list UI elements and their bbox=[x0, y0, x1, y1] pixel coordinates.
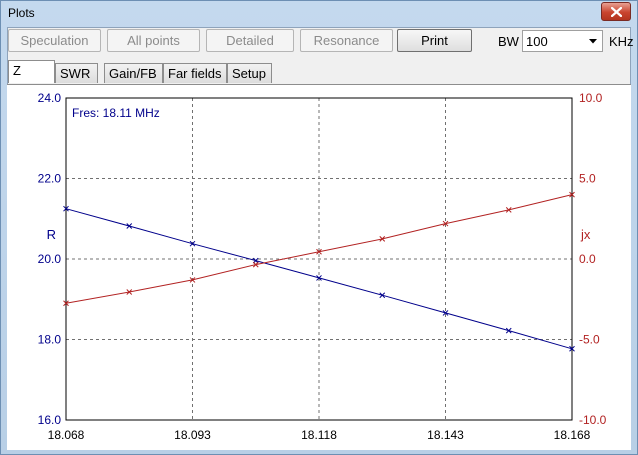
speculation-button[interactable]: Speculation bbox=[8, 29, 101, 52]
bw-label: BW bbox=[498, 34, 519, 49]
tab-z[interactable]: Z bbox=[8, 60, 55, 83]
chevron-down-icon bbox=[589, 39, 597, 44]
bw-dropdown[interactable]: 100 bbox=[522, 30, 603, 52]
all-points-button[interactable]: All points bbox=[107, 29, 200, 52]
left-tick-label: 18.0 bbox=[38, 333, 62, 347]
impedance-chart: 18.068 18.093 18.118 18.143 18.168 16.0 18.0 20… bbox=[38, 91, 607, 442]
right-tick-label: 0.0 bbox=[579, 252, 596, 266]
left-tick-label: 22.0 bbox=[38, 172, 62, 186]
x-tick-label: 18.093 bbox=[174, 428, 211, 442]
detailed-button[interactable]: Detailed bbox=[206, 29, 294, 52]
left-tick-label: 20.0 bbox=[38, 252, 62, 266]
right-tick-label: -10.0 bbox=[579, 413, 607, 427]
tab-setup[interactable]: Setup bbox=[227, 63, 272, 83]
tab-far-fields[interactable]: Far fields bbox=[163, 63, 227, 83]
plot-area: 18.068 18.093 18.118 18.143 18.168 16.0 18.0 20… bbox=[7, 84, 631, 450]
right-tick-label: 10.0 bbox=[579, 91, 603, 105]
window-title: Plots bbox=[8, 6, 35, 20]
resonance-annotation: Fres: 18.11 MHz bbox=[72, 106, 160, 120]
title-bar[interactable]: Plots bbox=[1, 1, 637, 25]
tab-gain-fb[interactable]: Gain/FB bbox=[104, 63, 163, 83]
left-tick-label: 16.0 bbox=[38, 413, 62, 427]
x-tick-label: 18.118 bbox=[301, 428, 337, 442]
x-tick-label: 18.068 bbox=[48, 428, 85, 442]
tab-swr[interactable]: SWR bbox=[55, 63, 98, 83]
left-axis-label: R bbox=[47, 227, 56, 242]
x-tick-label: 18.143 bbox=[427, 428, 464, 442]
close-icon bbox=[611, 7, 622, 17]
unit-label: KHz bbox=[609, 34, 634, 49]
resonance-button[interactable]: Resonance bbox=[300, 29, 393, 52]
plots-window: Plots Speculation All points Detailed Re… bbox=[0, 0, 638, 455]
close-button[interactable] bbox=[601, 2, 631, 21]
print-button[interactable]: Print bbox=[397, 29, 472, 52]
right-tick-label: -5.0 bbox=[579, 333, 600, 347]
right-tick-label: 5.0 bbox=[579, 172, 596, 186]
right-axis-label: jx bbox=[580, 227, 591, 242]
bw-value: 100 bbox=[526, 34, 548, 49]
client-area: Speculation All points Detailed Resonanc… bbox=[7, 27, 634, 450]
left-tick-label: 24.0 bbox=[38, 91, 62, 105]
x-tick-label: 18.168 bbox=[554, 428, 591, 442]
